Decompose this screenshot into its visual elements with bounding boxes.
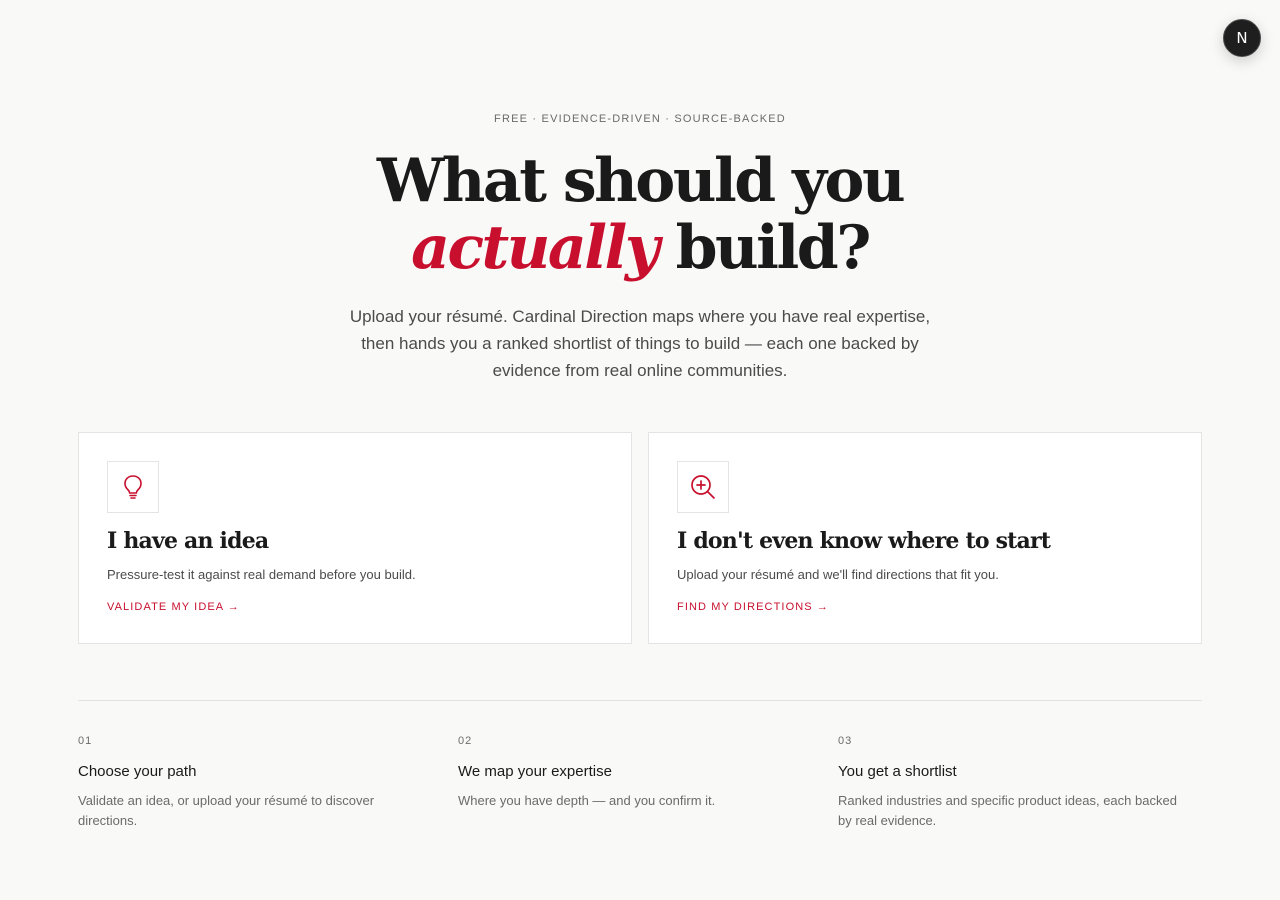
step-title: You get a shortlist <box>838 763 957 780</box>
step-1: 01 Choose your path Validate an idea, or… <box>78 734 428 831</box>
step-3: 03 You get a shortlist Ranked industries… <box>838 734 1188 831</box>
hero-lead: Upload your résumé. Cardinal Direction m… <box>349 307 931 380</box>
headline-rest: build? <box>657 213 872 283</box>
search-plus-icon <box>677 461 729 513</box>
step-description: Validate an idea, or upload your résumé … <box>78 793 375 828</box>
directions-card-title: I don't even know where to start <box>677 528 1051 554</box>
validate-idea-link[interactable]: VALIDATE MY IDEA → <box>107 601 240 613</box>
directions-card-description: Upload your résumé and we'll find direct… <box>677 567 999 582</box>
hero-headline: What should you actually build? <box>0 148 1280 282</box>
step-description: Where you have depth — and you confirm i… <box>458 793 716 808</box>
idea-card[interactable]: I have an idea Pressure-test it against … <box>78 432 632 644</box>
step-number: 01 <box>78 735 93 747</box>
directions-card[interactable]: I don't even know where to start Upload … <box>648 432 1202 644</box>
user-avatar[interactable]: N <box>1223 19 1261 57</box>
step-description: Ranked industries and specific product i… <box>838 793 1177 828</box>
hero-eyebrow: FREE · EVIDENCE-DRIVEN · SOURCE-BACKED <box>494 113 786 125</box>
step-number: 03 <box>838 735 853 747</box>
step-number: 02 <box>458 735 473 747</box>
lightbulb-icon <box>107 461 159 513</box>
idea-card-description: Pressure-test it against real demand bef… <box>107 567 416 582</box>
step-title: We map your expertise <box>458 763 612 780</box>
step-2: 02 We map your expertise Where you have … <box>458 734 808 811</box>
idea-card-title: I have an idea <box>107 528 269 554</box>
step-title: Choose your path <box>78 763 197 780</box>
section-divider <box>78 700 1202 701</box>
find-directions-link[interactable]: FIND MY DIRECTIONS → <box>677 601 829 613</box>
headline-accent-word: actually <box>411 213 660 283</box>
headline-line-1: What should you <box>376 146 906 216</box>
headline-line-2: actually build? <box>0 215 1280 282</box>
